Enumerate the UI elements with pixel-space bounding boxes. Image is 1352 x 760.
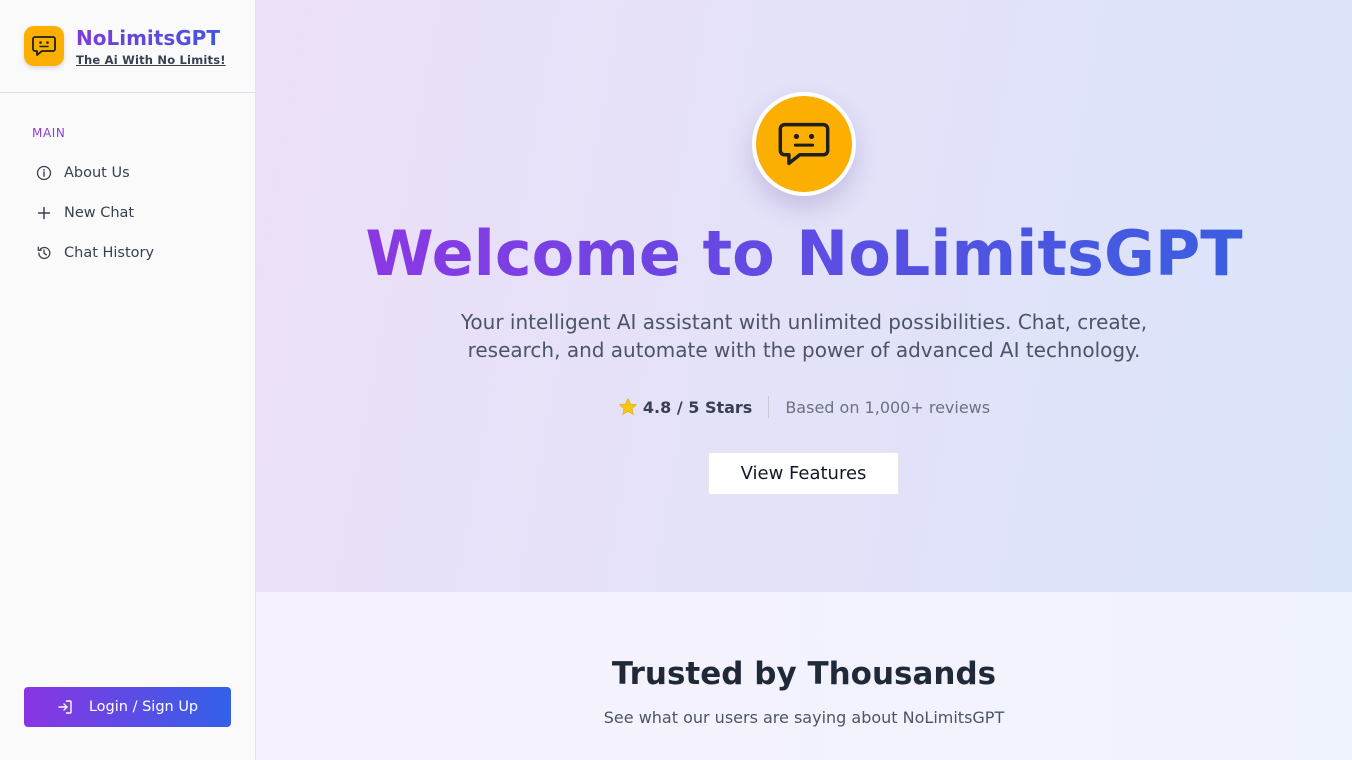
trusted-section: Trusted by Thousands See what our users … bbox=[256, 592, 1352, 760]
plus-icon bbox=[37, 206, 51, 220]
login-icon bbox=[58, 700, 72, 714]
sidebar: NoLimitsGPT The Ai With No Limits! MAIN … bbox=[0, 0, 256, 760]
sidebar-item-new-chat[interactable]: New Chat bbox=[24, 193, 232, 233]
hero-section: Welcome to NoLimitsGPT Your intelligent … bbox=[256, 0, 1352, 592]
brand-name[interactable]: NoLimitsGPT bbox=[76, 26, 226, 50]
view-features-button[interactable]: View Features bbox=[708, 452, 899, 495]
login-signup-label: Login / Sign Up bbox=[88, 699, 199, 715]
hero-title-text: Welcome to NoLimitsGPT bbox=[365, 217, 1243, 290]
hero-title: Welcome to NoLimitsGPT bbox=[256, 218, 1352, 290]
chat-bubble-logo-icon[interactable] bbox=[24, 26, 64, 66]
brand-header: NoLimitsGPT The Ai With No Limits! bbox=[0, 0, 255, 93]
hero-subtitle: Your intelligent AI assistant with unlim… bbox=[460, 310, 1148, 362]
sidebar-item-label: Chat History bbox=[64, 245, 155, 261]
rating-value: 4.8 / 5 Stars bbox=[642, 397, 753, 417]
trusted-title: Trusted by Thousands bbox=[611, 656, 997, 692]
sidebar-item-about-us[interactable]: About Us bbox=[24, 153, 232, 193]
sidebar-item-chat-history[interactable]: Chat History bbox=[24, 233, 232, 273]
trusted-subtitle: See what our users are saying about NoLi… bbox=[603, 708, 1005, 727]
rating-row: 4.8 / 5 Stars Based on 1,000+ reviews bbox=[256, 396, 1352, 418]
sidebar-nav: About Us New Chat Chat History bbox=[24, 153, 232, 273]
sidebar-item-label: About Us bbox=[64, 165, 130, 181]
rating-divider bbox=[768, 396, 770, 418]
brand-tagline[interactable]: The Ai With No Limits! bbox=[76, 53, 226, 67]
hero-chat-bubble-icon bbox=[752, 92, 856, 196]
rating-reviews: Based on 1,000+ reviews bbox=[785, 397, 991, 417]
history-icon bbox=[37, 246, 51, 260]
info-icon bbox=[36, 165, 52, 181]
star-icon bbox=[619, 398, 637, 415]
login-signup-button[interactable]: Login / Sign Up bbox=[24, 687, 231, 727]
nav-section-label: MAIN bbox=[32, 126, 66, 140]
sidebar-item-label: New Chat bbox=[64, 205, 135, 221]
